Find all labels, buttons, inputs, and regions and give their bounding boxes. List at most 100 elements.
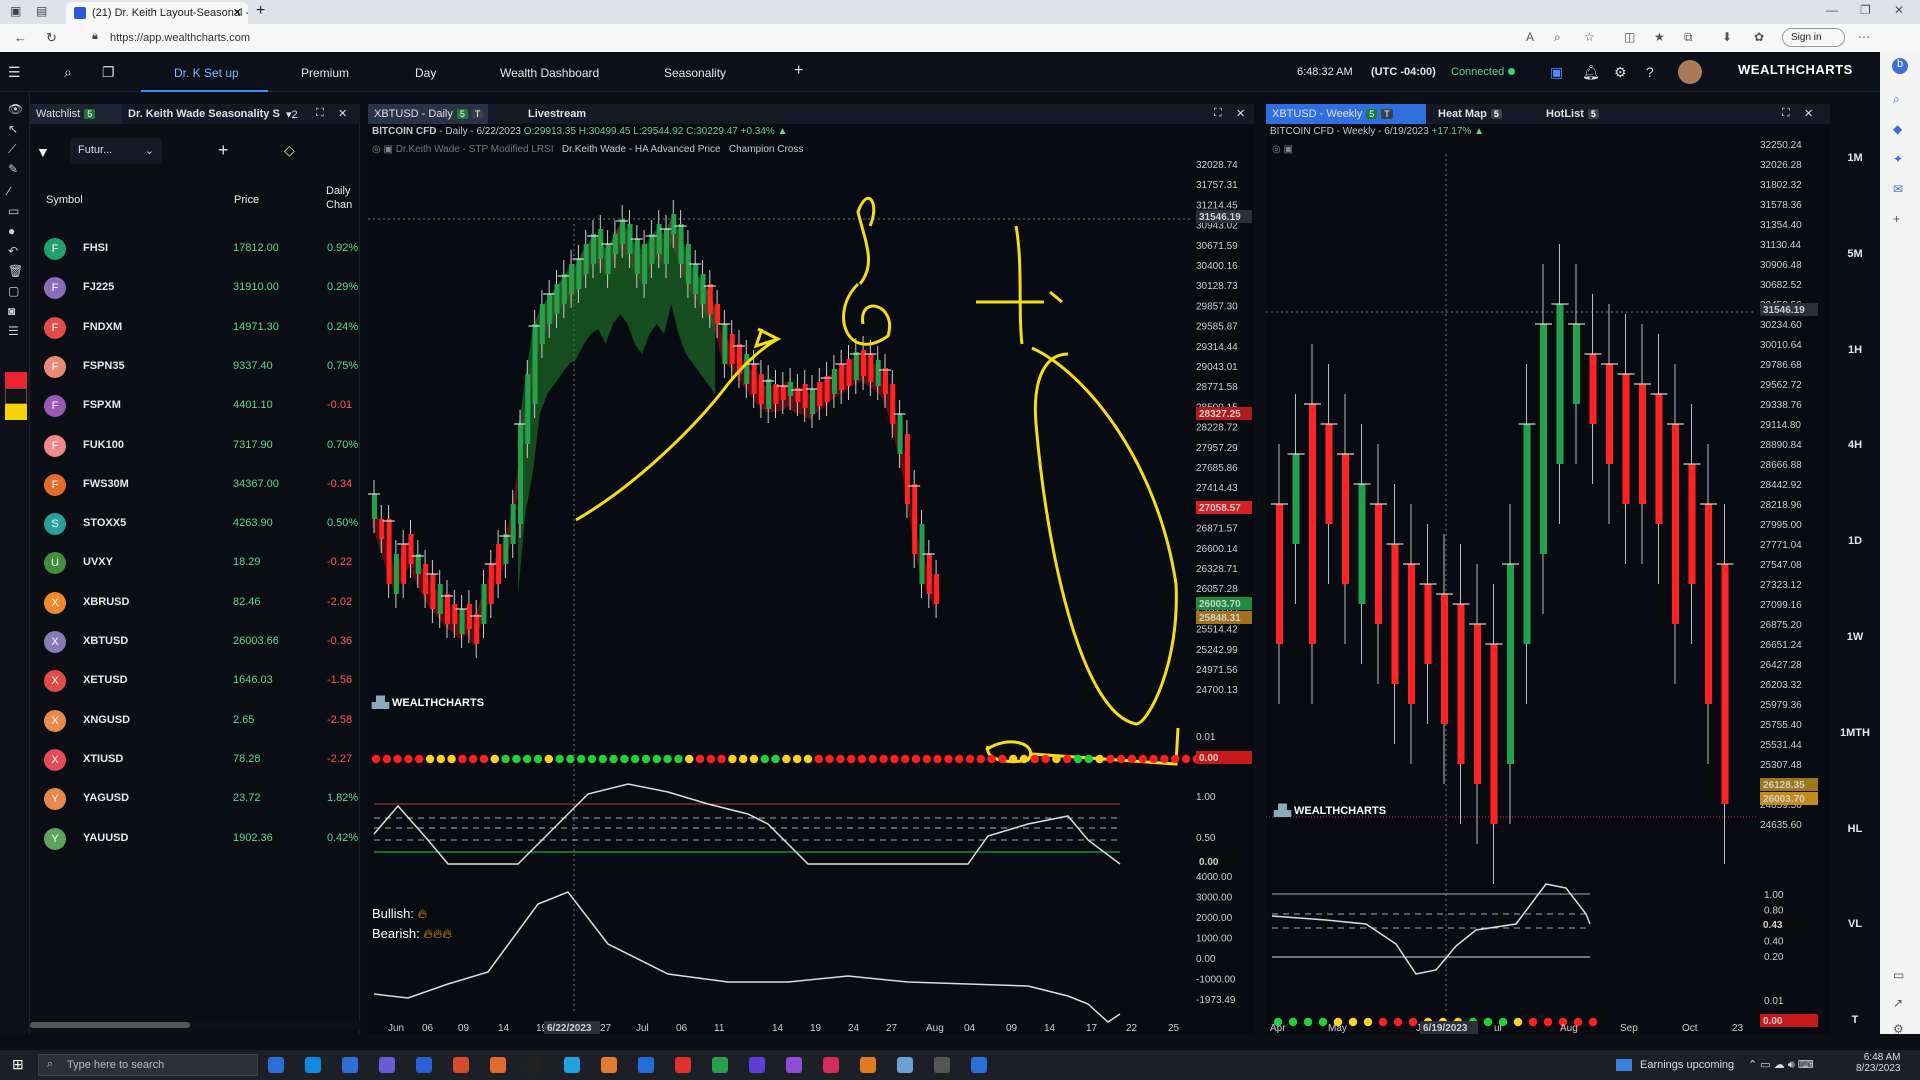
watchlist-row[interactable]: X XBTUSD 26003.66 -0.36 — [30, 622, 360, 661]
watchlist-row[interactable]: X XBRUSD 82.46 -2.02 — [30, 583, 360, 622]
shopping-icon[interactable]: ◆ — [1893, 122, 1902, 136]
sidebar-toggle-icon[interactable]: ▭ — [1893, 968, 1904, 982]
taskbar-app-icon[interactable] — [860, 1057, 876, 1073]
taskbar-app-icon[interactable] — [490, 1057, 506, 1073]
col-daily-change[interactable]: Daily Chan — [326, 184, 360, 212]
watchlist-row[interactable]: F FHSI 17812.00 0.92% — [30, 229, 360, 268]
maximize-icon[interactable]: ⛶ — [316, 107, 324, 120]
watchlist-row[interactable]: S STOXX5 4263.90 0.50% — [30, 504, 360, 543]
tray-icons[interactable]: ⌃ ▭ ☁ 🔊︎ ⌨ — [1748, 1058, 1814, 1072]
save-icon[interactable]: ▣ — [1550, 64, 1563, 81]
timeframe-hl[interactable]: HL — [1830, 823, 1880, 835]
taskbar-search[interactable]: ⌕ Type here to search — [38, 1054, 258, 1076]
collections-icon[interactable]: ⧉ — [1684, 30, 1693, 45]
tab-seasonality[interactable]: Seasonality — [664, 66, 726, 80]
minimize-icon[interactable]: — — [1826, 3, 1838, 17]
back-icon[interactable]: ← — [14, 30, 27, 45]
taskbar-app-icon[interactable] — [305, 1057, 321, 1073]
weekly-chart-canvas[interactable]: 32250.24 32026.28 31802.32 31578.36 31354.40… — [1266, 124, 1830, 1034]
taskbar-app-icon[interactable] — [453, 1057, 469, 1073]
copilot-icon[interactable]: b — [1892, 58, 1908, 74]
watchlist-row[interactable]: Y YAUUSD 1902.36 0.42% — [30, 819, 360, 858]
daily-chart-canvas[interactable]: 32028.7431757.3131214.4530943.0230671.59… — [368, 124, 1254, 1034]
timeframe-1h[interactable]: 1H — [1830, 344, 1880, 356]
notes-icon[interactable]: ☰ — [8, 324, 19, 338]
timeframe-1w[interactable]: 1W — [1830, 631, 1880, 643]
add-sidebar-icon[interactable]: + — [1893, 212, 1900, 226]
ruler-icon[interactable]: ✎ — [8, 162, 18, 176]
taskbar-app-icon[interactable] — [897, 1057, 913, 1073]
comment-icon[interactable]: ▢ — [8, 284, 19, 298]
avatar[interactable] — [1678, 60, 1702, 84]
maximize-icon[interactable]: ⛶ — [1782, 107, 1790, 120]
tab-wealth-dashboard[interactable]: Wealth Dashboard — [500, 66, 599, 80]
favorites-icon[interactable]: ★ — [1654, 30, 1665, 44]
taskbar-app-icon[interactable] — [564, 1057, 580, 1073]
close-panel-icon[interactable]: ✕ — [1804, 107, 1813, 120]
list-selector[interactable]: Futur... ⌄ — [70, 138, 162, 164]
maximize-icon[interactable]: ⛶ — [1214, 107, 1222, 120]
read-aloud-icon[interactable]: A — [1526, 30, 1534, 44]
tab-seasonality-list[interactable]: Dr. Keith Wade Seasonality S — [128, 108, 280, 120]
close-panel-icon[interactable]: ✕ — [338, 107, 347, 120]
timeframe-1mth[interactable]: 1MTH — [1830, 727, 1880, 739]
eraser-icon[interactable]: ◇ — [284, 142, 295, 159]
new-tab-button[interactable]: + — [256, 2, 265, 20]
search-icon[interactable]: ⌕ — [1893, 92, 1900, 107]
horizontal-scrollbar[interactable] — [30, 1020, 360, 1030]
taskbar-app-icon[interactable] — [638, 1057, 654, 1073]
eye-icon[interactable]: 👁︎ — [8, 102, 23, 116]
browser-tab[interactable]: (21) Dr. Keith Layout-Seasonal - ✕ — [66, 2, 248, 24]
tab-hotlist[interactable]: HotList 5 — [1546, 108, 1599, 120]
tab-livestream[interactable]: Livestream — [528, 108, 586, 120]
sign-in-button[interactable]: Sign in — [1782, 28, 1845, 47]
watchlist-row[interactable]: F FUK100 7317.90 0.70% — [30, 426, 360, 465]
split-screen-icon[interactable]: ◫ — [1624, 30, 1635, 44]
windows-start-icon[interactable]: ⊞ — [12, 1056, 24, 1073]
brush-icon[interactable]: ∕ — [8, 184, 10, 198]
panel-dropdown-icon[interactable]: ▾2 — [286, 108, 298, 121]
tab-heat-map[interactable]: Heat Map 5 — [1438, 108, 1502, 120]
timeframe-5m[interactable]: 5M — [1830, 248, 1880, 260]
zoom-icon[interactable]: ⌕ — [1554, 30, 1561, 45]
color-swatch-black[interactable] — [5, 388, 27, 404]
url-field[interactable]: https://app.wealthcharts.com — [110, 32, 250, 44]
share-icon[interactable]: ↗ — [1893, 996, 1903, 1010]
taskbar-app-icon[interactable] — [379, 1057, 395, 1073]
downloads-icon[interactable]: ⬇ — [1722, 30, 1732, 44]
timezone-label[interactable]: (UTC -04:00) — [1371, 66, 1436, 78]
favorite-icon[interactable]: ☆ — [1584, 30, 1595, 44]
col-symbol[interactable]: Symbol — [46, 194, 83, 206]
scroll-thumb[interactable] — [30, 1022, 190, 1028]
outlook-icon[interactable]: ✉ — [1893, 182, 1903, 196]
tab-watchlist[interactable]: Watchlist 5 — [30, 104, 122, 124]
workspaces-icon[interactable]: ▣ — [10, 4, 21, 18]
tab-day[interactable]: Day — [415, 66, 436, 80]
restore-icon[interactable]: ❐ — [1860, 3, 1871, 17]
measure-icon[interactable]: ▭ — [8, 204, 19, 218]
trendline-icon[interactable]: ⟋ — [8, 142, 16, 157]
timeframe-4h[interactable]: 4H — [1830, 439, 1880, 451]
undo-icon[interactable]: ↶ — [8, 244, 18, 258]
add-tab-button[interactable]: + — [794, 62, 803, 80]
extensions-icon[interactable]: ✿ — [1754, 30, 1764, 44]
watchlist-row[interactable]: Y YAGUSD 23.72 1.82% — [30, 779, 360, 818]
watchlist-row[interactable]: X XNGUSD 2.65 -2.58 — [30, 701, 360, 740]
taskbar-app-icon[interactable] — [786, 1057, 802, 1073]
taskbar-app-icon[interactable] — [527, 1057, 543, 1073]
settings-icon[interactable]: ⚙ — [1893, 1022, 1904, 1036]
layouts-icon[interactable]: ❐ — [102, 64, 115, 81]
close-tab-icon[interactable]: ✕ — [233, 6, 242, 19]
watchlist-row[interactable]: F FSPXM 4401.10 -0.01 — [30, 386, 360, 425]
watchlist-row[interactable]: F FNDXM 14971.30 0.24% — [30, 308, 360, 347]
trash-icon[interactable]: 🗑︎ — [8, 264, 23, 278]
taskbar-app-icon[interactable] — [823, 1057, 839, 1073]
watchlist-row[interactable]: F FSPN35 9337.40 0.75% — [30, 347, 360, 386]
close-window-icon[interactable]: ✕ — [1894, 3, 1904, 17]
watchlist-row[interactable]: F FJ225 31910.00 0.29% — [30, 268, 360, 307]
col-price[interactable]: Price — [234, 194, 259, 206]
cursor-icon[interactable]: ↖ — [8, 122, 18, 136]
taskbar-clock[interactable]: 6:48 AM 8/23/2023 — [1856, 1052, 1901, 1074]
taskbar-app-icon[interactable] — [749, 1057, 765, 1073]
watchlist-row[interactable]: F FWS30M 34367.00 -0.34 — [30, 465, 360, 504]
